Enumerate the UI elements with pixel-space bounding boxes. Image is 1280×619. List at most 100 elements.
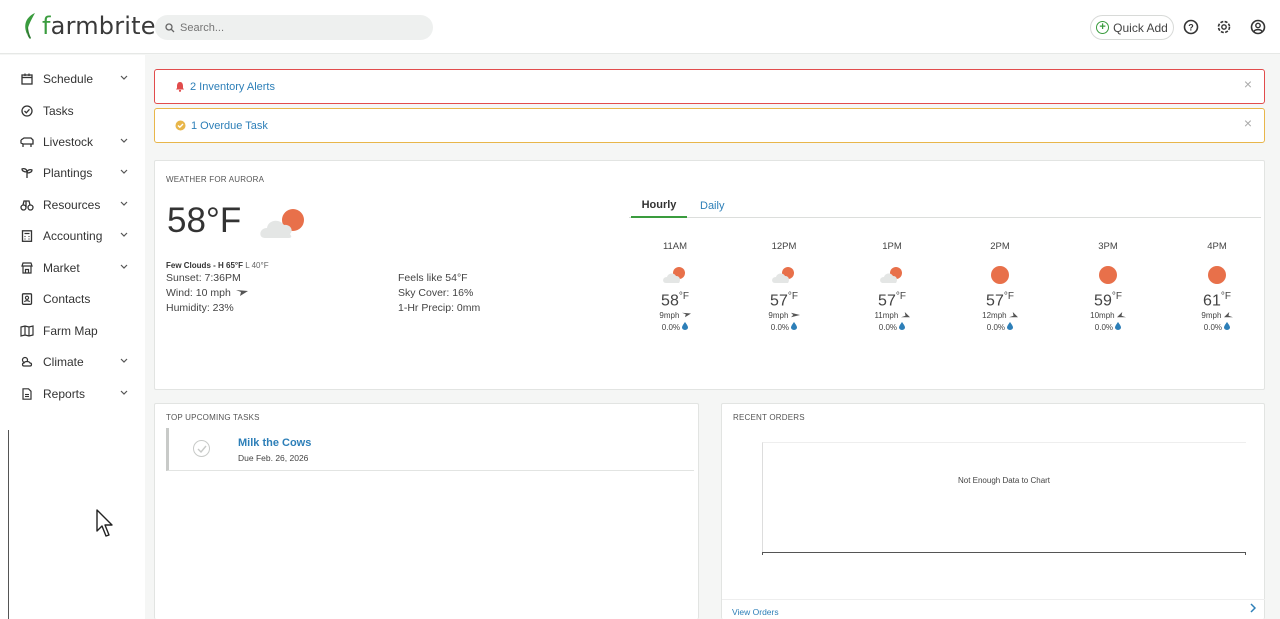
- hour-label: 3PM: [1098, 241, 1118, 252]
- chevron-right-icon[interactable]: [1250, 603, 1256, 613]
- close-icon[interactable]: ×: [1244, 115, 1252, 131]
- hour-label: 4PM: [1207, 241, 1227, 252]
- sidebar-item-reports[interactable]: Reports: [20, 382, 132, 406]
- hour-wind: 10mph: [1090, 311, 1115, 321]
- feels-like-text: Feels like 54°F: [398, 272, 468, 284]
- drop-icon: [1007, 322, 1014, 331]
- recent-orders-card: RECENT ORDERS Not Enough Data to Chart V…: [721, 403, 1265, 619]
- sidebar-item-schedule[interactable]: Schedule: [20, 67, 132, 91]
- hourly-forecast-item: 3PM 59°F 10mph 0.0%: [1073, 241, 1143, 332]
- divider: [8, 430, 9, 619]
- drop-icon: [791, 322, 798, 331]
- sidebar-item-livestock[interactable]: Livestock: [20, 130, 132, 154]
- tasks-title: TOP UPCOMING TASKS: [166, 413, 260, 422]
- search-icon: [165, 22, 175, 32]
- wind-direction-icon: [1008, 312, 1018, 318]
- weather-card: WEATHER FOR AURORA 58°F Few Clouds - H 6…: [154, 160, 1265, 390]
- sidebar-item-label: Schedule: [43, 72, 94, 86]
- sky-cover-text: Sky Cover: 16%: [398, 287, 474, 299]
- partly-cloudy-icon: [260, 209, 304, 238]
- hourly-forecast-item: 1PM 57°F 11mph 0.0%: [857, 241, 927, 332]
- svg-text:?: ?: [1188, 23, 1194, 33]
- hour-precip: 0.0%: [1203, 323, 1222, 333]
- sidebar-item-label: Market: [43, 261, 80, 275]
- sidebar-item-label: Tasks: [43, 104, 74, 118]
- sidebar-item-contacts[interactable]: Contacts: [20, 287, 132, 311]
- bell-icon: [175, 81, 185, 92]
- tab-daily[interactable]: Daily: [700, 194, 724, 218]
- sidebar-item-accounting[interactable]: Accounting: [20, 224, 132, 248]
- sun-icon: [1073, 261, 1143, 289]
- chevron-down-icon: [120, 358, 128, 363]
- hour-temp: 57: [986, 292, 1004, 310]
- chart-empty-message: Not Enough Data to Chart: [957, 476, 1051, 485]
- quick-add-button[interactable]: + Quick Add: [1090, 15, 1174, 40]
- livestock-icon: [20, 135, 34, 149]
- hourly-forecast-item: 2PM 57°F 12mph 0.0%: [965, 241, 1035, 332]
- help-icon[interactable]: ?: [1182, 18, 1200, 36]
- calculator-icon: [20, 229, 34, 243]
- inventory-alerts-link[interactable]: 2 Inventory Alerts: [190, 81, 275, 93]
- contacts-icon: [20, 292, 34, 306]
- chevron-down-icon: [120, 169, 128, 174]
- chevron-down-icon: [120, 75, 128, 80]
- sidebar-item-resources[interactable]: Resources: [20, 193, 132, 217]
- resources-icon: [20, 198, 34, 212]
- sidebar-item-market[interactable]: Market: [20, 256, 132, 280]
- sidebar-item-label: Livestock: [43, 135, 94, 149]
- hour-label: 2PM: [990, 241, 1010, 252]
- chart-baseline: [762, 552, 1246, 555]
- hour-precip: 0.0%: [878, 323, 897, 333]
- hourly-forecast-item: 4PM 61°F 9mph 0.0%: [1182, 241, 1252, 332]
- view-orders-link[interactable]: View Orders: [732, 607, 779, 617]
- search-bar[interactable]: [155, 15, 433, 40]
- partly-cloudy-icon: [640, 261, 710, 289]
- sprout-icon: [20, 166, 34, 180]
- report-icon: [20, 387, 34, 401]
- wind-direction-icon: [900, 312, 910, 318]
- drop-icon: [1224, 322, 1231, 331]
- sidebar-item-label: Contacts: [43, 292, 91, 306]
- task-name-link[interactable]: Milk the Cows: [238, 437, 311, 449]
- hour-wind: 9mph: [1201, 311, 1222, 321]
- sidebar-item-label: Reports: [43, 387, 86, 401]
- overdue-task-banner: 1 Overdue Task ×: [154, 108, 1265, 143]
- tab-hourly[interactable]: Hourly: [631, 194, 687, 218]
- map-icon: [20, 324, 34, 338]
- search-input[interactable]: [180, 21, 420, 34]
- weather-summary: Few Clouds - H 65°F L 40°F: [166, 261, 269, 270]
- farmbrite-logo[interactable]: farmbrite: [22, 12, 156, 40]
- hourly-forecast-item: 11AM 58°F 9mph 0.0%: [640, 241, 710, 332]
- user-icon[interactable]: [1249, 18, 1267, 36]
- upcoming-tasks-card: TOP UPCOMING TASKS Milk the Cows Due Feb…: [154, 403, 699, 619]
- close-icon[interactable]: ×: [1244, 76, 1252, 92]
- check-circle-icon: [20, 104, 34, 118]
- task-item[interactable]: Milk the Cows Due Feb. 26, 2026: [166, 428, 694, 471]
- hour-wind: 11mph: [874, 311, 899, 321]
- sidebar-item-plantings[interactable]: Plantings: [20, 161, 132, 185]
- hour-wind: 9mph: [659, 311, 680, 321]
- sun-icon: [965, 261, 1035, 289]
- top-bar: farmbrite + Quick Add ?: [0, 0, 1280, 54]
- wind-direction-icon: [790, 313, 800, 318]
- chevron-down-icon: [120, 390, 128, 395]
- wind-direction-icon: [681, 313, 691, 318]
- sidebar-item-label: Plantings: [43, 166, 93, 180]
- sidebar-item-label: Climate: [43, 355, 84, 369]
- task-checkbox[interactable]: [193, 440, 210, 457]
- sidebar-item-label: Resources: [43, 198, 101, 212]
- hour-wind: 12mph: [982, 311, 1007, 321]
- sidebar-item-farm-map[interactable]: Farm Map: [20, 319, 132, 343]
- climate-icon: [20, 355, 34, 369]
- quick-add-label: Quick Add: [1113, 20, 1168, 35]
- chevron-down-icon: [120, 232, 128, 237]
- calendar-icon: [20, 72, 34, 86]
- sidebar-item-label: Farm Map: [43, 324, 98, 338]
- hourly-forecast-item: 12PM 57°F 9mph 0.0%: [749, 241, 819, 332]
- settings-icon[interactable]: [1215, 18, 1233, 36]
- forecast-tabs: Hourly Daily: [629, 194, 1261, 218]
- wind-direction-icon: [1223, 312, 1233, 318]
- sidebar-item-climate[interactable]: Climate: [20, 350, 132, 374]
- overdue-task-link[interactable]: 1 Overdue Task: [191, 120, 268, 132]
- sidebar-item-tasks[interactable]: Tasks: [20, 99, 132, 123]
